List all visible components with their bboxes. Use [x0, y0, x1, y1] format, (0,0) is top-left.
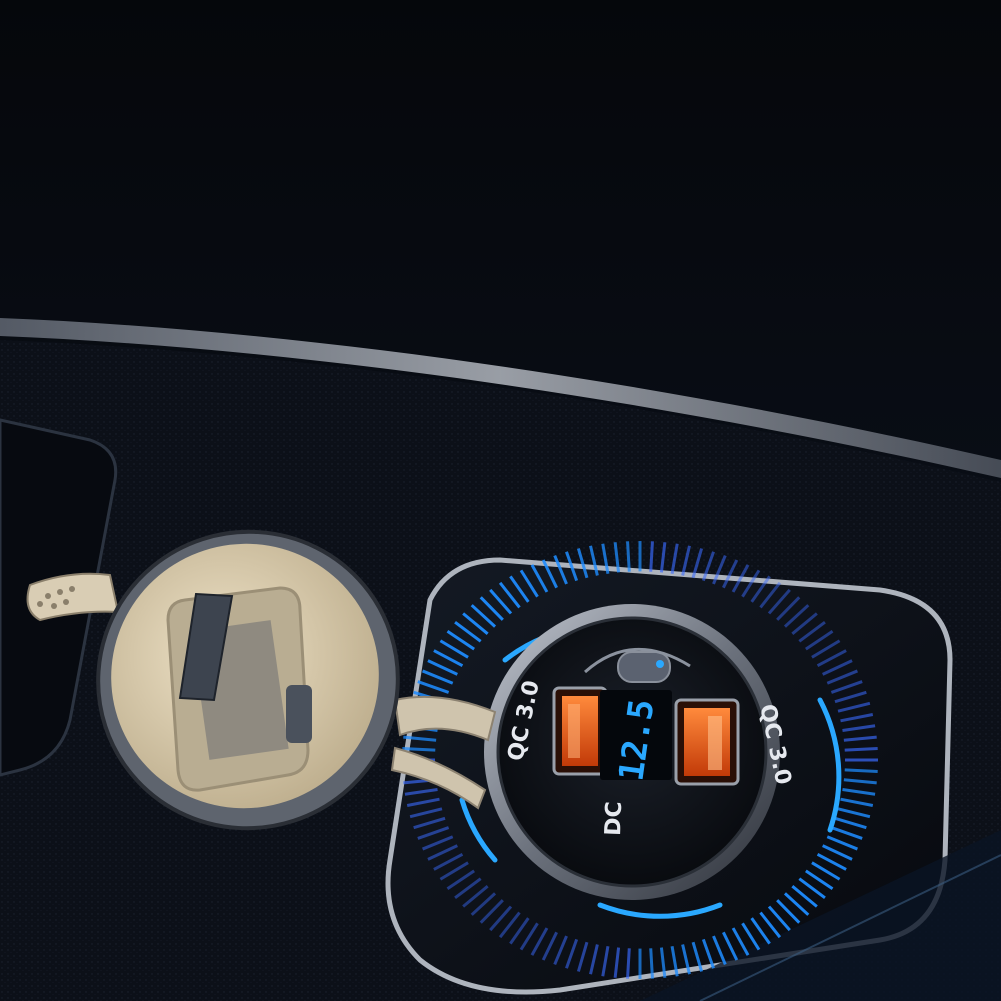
- voltmeter-display: 12.5: [600, 690, 672, 783]
- usb-port-left[interactable]: [552, 686, 608, 776]
- dc-label: DC: [601, 801, 627, 836]
- product-photo: 12.5 QC 3.0 QC 3.0 DC: [0, 0, 1001, 1001]
- usb-port-right[interactable]: [674, 698, 740, 786]
